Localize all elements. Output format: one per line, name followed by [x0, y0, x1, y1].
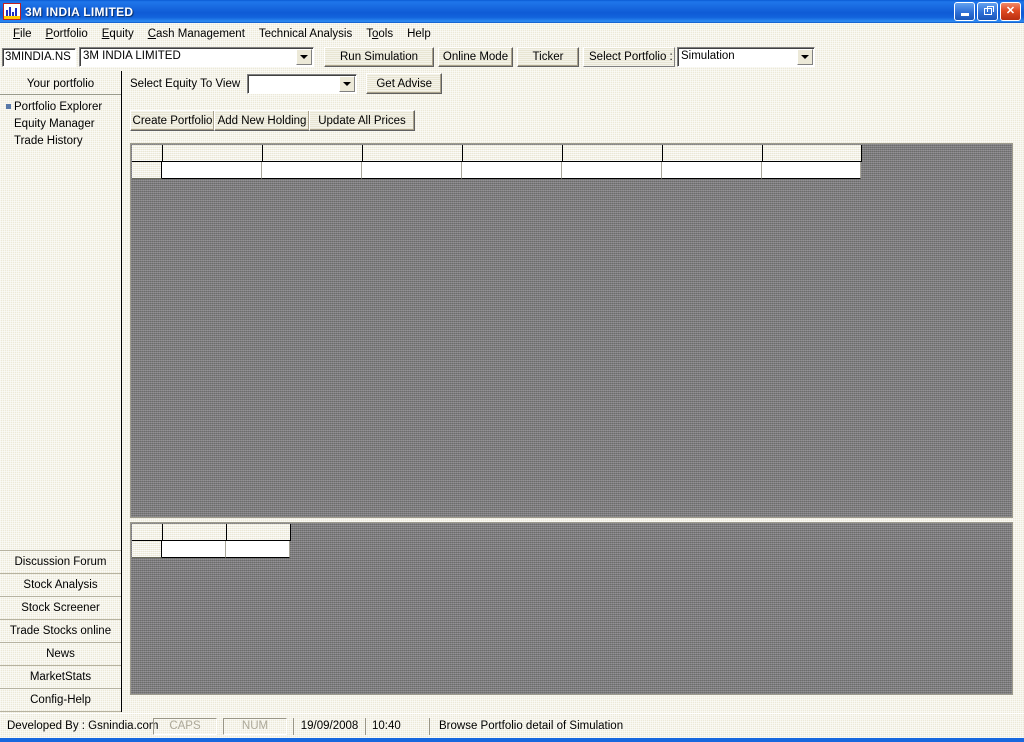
- grid-empty-body[interactable]: [132, 179, 1011, 516]
- create-portfolio-button[interactable]: Create Portfolio: [130, 110, 215, 131]
- table-cell[interactable]: [462, 162, 562, 179]
- chevron-down-icon[interactable]: [797, 49, 813, 65]
- table-cell[interactable]: [562, 162, 662, 179]
- grid-column-header[interactable]: [163, 145, 263, 162]
- select-portfolio-combo-value: Simulation: [681, 50, 735, 62]
- taskbar-edge: [0, 738, 1024, 742]
- sidebar-item-trade-stocks-online[interactable]: Trade Stocks online: [0, 619, 121, 642]
- status-message: Browse Portfolio detail of Simulation: [429, 717, 1024, 735]
- grid-column-header[interactable]: [227, 524, 291, 541]
- menu-item-portfolio[interactable]: Portfolio: [39, 26, 95, 42]
- grid-column-header[interactable]: [163, 524, 227, 541]
- status-developed-by: Developed By : Gsnindia.com: [7, 720, 159, 732]
- table-row[interactable]: [132, 162, 1011, 179]
- table-cell[interactable]: [662, 162, 762, 179]
- grid-column-header[interactable]: [563, 145, 663, 162]
- chart-icon: [3, 3, 21, 20]
- table-cell[interactable]: [262, 162, 362, 179]
- grid-column-header[interactable]: [663, 145, 763, 162]
- table-cell[interactable]: [362, 162, 462, 179]
- sidebar-bottom-buttons: Discussion Forum Stock Analysis Stock Sc…: [0, 550, 121, 712]
- restore-button[interactable]: [977, 2, 998, 21]
- select-equity-row: Select Equity To View Get Advise: [130, 73, 443, 94]
- menu-item-tools[interactable]: Tools: [359, 26, 400, 42]
- online-mode-button[interactable]: Online Mode: [438, 47, 513, 67]
- grid-column-header[interactable]: [763, 145, 862, 162]
- update-all-prices-button[interactable]: Update All Prices: [309, 110, 415, 131]
- window-title: 3M INDIA LIMITED: [25, 4, 134, 19]
- grid-row-header[interactable]: [132, 541, 162, 558]
- select-portfolio-combo[interactable]: Simulation: [677, 47, 815, 67]
- chevron-down-icon[interactable]: [296, 49, 312, 65]
- sidebar-item-news[interactable]: News: [0, 642, 121, 665]
- status-bar: Developed By : Gsnindia.com CAPS NUM 19/…: [0, 713, 1024, 738]
- table-cell[interactable]: [762, 162, 861, 179]
- sidebar: Your portfolio Portfolio Explorer Equity…: [0, 71, 122, 712]
- menu-bar: File Portfolio Equity Cash Management Te…: [0, 23, 1024, 44]
- select-portfolio-label: Select Portfolio :: [583, 47, 675, 67]
- grid-row-header[interactable]: [132, 162, 162, 179]
- sidebar-item-stock-screener[interactable]: Stock Screener: [0, 596, 121, 619]
- chevron-down-icon[interactable]: [339, 75, 356, 92]
- sidebar-item-trade-history[interactable]: Trade History: [0, 132, 121, 149]
- symbol-field[interactable]: 3MINDIA.NS: [2, 47, 76, 67]
- grid-column-header[interactable]: [363, 145, 463, 162]
- menu-item-technical-analysis[interactable]: Technical Analysis: [252, 26, 359, 42]
- sidebar-item-label: Portfolio Explorer: [14, 100, 103, 113]
- status-time: 10:40: [365, 717, 423, 735]
- content-area: Select Equity To View Get Advise Create …: [122, 71, 1024, 712]
- minimize-button[interactable]: [954, 2, 975, 21]
- application-window: 3M INDIA LIMITED ✕ File Portfolio Equity…: [0, 0, 1024, 742]
- menu-item-file[interactable]: File: [6, 26, 39, 42]
- action-buttons-row: Create Portfolio Add New Holding Update …: [130, 110, 415, 131]
- status-caps-indicator: CAPS: [153, 717, 217, 735]
- main-toolbar: 3MINDIA.NS 3M INDIA LIMITED Run Simulati…: [0, 44, 1024, 70]
- menu-item-cash-management[interactable]: Cash Management: [141, 26, 252, 42]
- table-row[interactable]: [132, 541, 1011, 558]
- sidebar-item-config-help[interactable]: Config-Help: [0, 688, 121, 712]
- status-date: 19/09/2008: [293, 717, 365, 735]
- table-cell[interactable]: [162, 541, 226, 558]
- close-button[interactable]: ✕: [1000, 2, 1021, 21]
- sidebar-header: Your portfolio: [0, 73, 121, 95]
- menu-item-help[interactable]: Help: [400, 26, 438, 42]
- title-bar: 3M INDIA LIMITED ✕: [0, 0, 1024, 23]
- get-advise-button[interactable]: Get Advise: [366, 73, 443, 94]
- sidebar-item-discussion-forum[interactable]: Discussion Forum: [0, 550, 121, 573]
- sidebar-item-equity-manager[interactable]: Equity Manager: [0, 115, 121, 132]
- equity-name-combo-value: 3M INDIA LIMITED: [83, 50, 181, 62]
- window-controls: ✕: [954, 2, 1021, 21]
- holdings-grid[interactable]: [130, 143, 1013, 518]
- select-equity-combo[interactable]: [247, 73, 358, 94]
- grid-corner-cell[interactable]: [132, 524, 163, 541]
- add-new-holding-button[interactable]: Add New Holding: [214, 110, 310, 131]
- equity-name-combo[interactable]: 3M INDIA LIMITED: [79, 47, 314, 67]
- table-cell[interactable]: [226, 541, 290, 558]
- ticker-button[interactable]: Ticker: [517, 47, 579, 67]
- menu-item-equity[interactable]: Equity: [95, 26, 141, 42]
- sidebar-item-label: Equity Manager: [14, 117, 95, 130]
- status-num-indicator: NUM: [223, 717, 287, 735]
- grid-header-row: [132, 145, 1011, 162]
- run-simulation-button[interactable]: Run Simulation: [324, 47, 434, 67]
- sidebar-item-label: Trade History: [14, 134, 83, 147]
- grid-empty-body[interactable]: [132, 558, 1011, 693]
- selection-bullet-icon: [6, 104, 11, 109]
- summary-grid[interactable]: [130, 522, 1013, 695]
- table-cell[interactable]: [162, 162, 262, 179]
- grid-column-header[interactable]: [263, 145, 363, 162]
- sidebar-item-portfolio-explorer[interactable]: Portfolio Explorer: [0, 98, 121, 115]
- grid-corner-cell[interactable]: [132, 145, 163, 162]
- select-equity-label: Select Equity To View: [130, 77, 241, 90]
- grid-column-header[interactable]: [463, 145, 563, 162]
- sidebar-item-stock-analysis[interactable]: Stock Analysis: [0, 573, 121, 596]
- sidebar-item-marketstats[interactable]: MarketStats: [0, 665, 121, 688]
- grid-header-row: [132, 524, 1011, 541]
